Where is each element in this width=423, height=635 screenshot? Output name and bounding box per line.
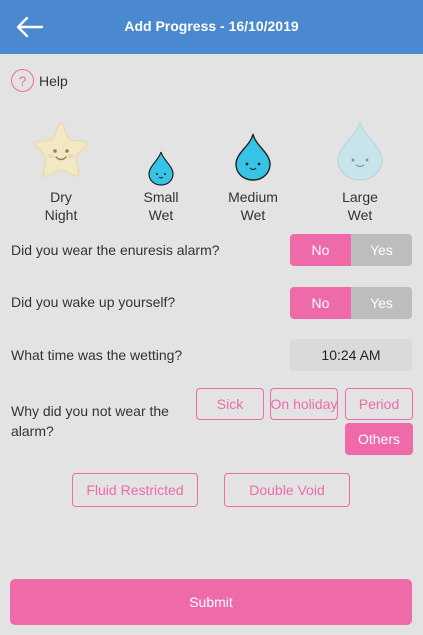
wet-option-label-line2: Wet (347, 207, 373, 223)
page-title: Add Progress - 16/10/2019 (124, 18, 299, 34)
medium-drop-icon (234, 132, 272, 187)
wet-option-label-line2: Wet (148, 207, 174, 223)
help-circle-icon: ? (11, 69, 34, 92)
reason-sick-chip[interactable]: Sick (196, 388, 264, 420)
alarm-yes-option[interactable]: Yes (351, 234, 412, 266)
reason-others-chip[interactable]: Others (345, 423, 413, 455)
wet-option-label-line1: Small (143, 189, 179, 205)
wet-option-label-line2: Night (44, 207, 78, 223)
time-picker[interactable]: 10:24 AM (290, 339, 412, 371)
alarm-question-label: Did you wear the enuresis alarm? (11, 242, 220, 258)
help-label: Help (39, 72, 68, 89)
alarm-no-option[interactable]: No (290, 234, 351, 266)
small-wet-option[interactable]: Small Wet (121, 148, 201, 228)
wet-option-label-line1: Dry (50, 189, 72, 205)
reason-period-chip[interactable]: Period (345, 388, 413, 420)
large-wet-option[interactable]: Large Wet (320, 120, 400, 228)
submit-button[interactable]: Submit (10, 579, 412, 625)
star-icon (29, 118, 93, 187)
fluid-restricted-chip[interactable]: Fluid Restricted (72, 473, 198, 507)
wet-option-label-line1: Large (342, 189, 378, 205)
wake-yes-option[interactable]: Yes (351, 287, 412, 319)
wake-question-label: Did you wake up yourself? (11, 294, 176, 310)
time-question-label: What time was the wetting? (11, 347, 183, 363)
double-void-chip[interactable]: Double Void (224, 473, 350, 507)
why-question-label-line1: Why did you not wear the (11, 403, 169, 419)
wet-option-label-line1: Medium (228, 189, 278, 205)
app-header: Add Progress - 16/10/2019 (0, 0, 423, 54)
alarm-toggle: No Yes (290, 234, 412, 266)
help-link[interactable]: ? Help (11, 69, 68, 92)
wake-toggle: No Yes (290, 287, 412, 319)
small-drop-icon (147, 150, 175, 191)
medium-wet-option[interactable]: Medium Wet (213, 130, 293, 228)
large-drop-icon (336, 120, 384, 187)
why-question-label-line2: alarm? (11, 423, 54, 439)
dry-night-option[interactable]: Dry Night (21, 118, 101, 228)
wet-option-label-line2: Wet (240, 207, 266, 223)
wake-no-option[interactable]: No (290, 287, 351, 319)
reason-on-holiday-chip[interactable]: On holiday (270, 388, 338, 420)
